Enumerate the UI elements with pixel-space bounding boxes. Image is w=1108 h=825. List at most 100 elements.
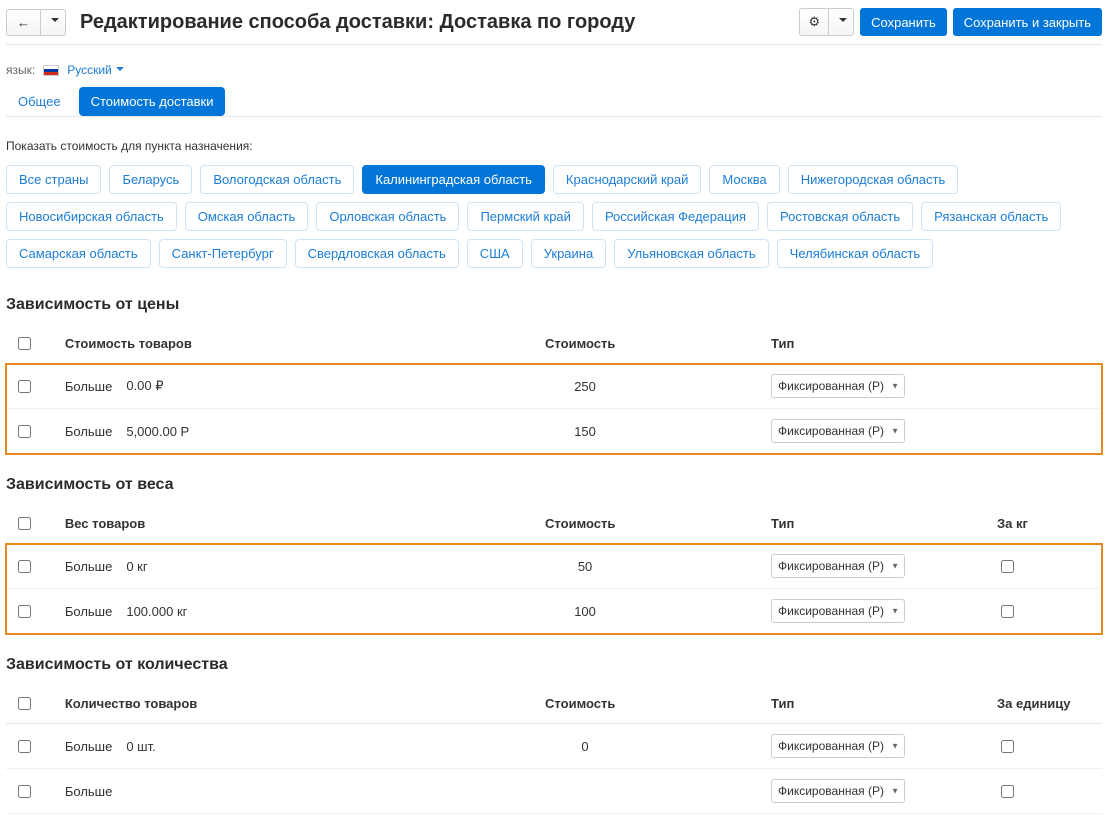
type-select[interactable]: Фиксированная (Р): [771, 734, 905, 758]
back-dropdown[interactable]: [41, 9, 66, 36]
page-header: ← Редактирование способа доставки: Доста…: [6, 0, 1102, 45]
row-checkbox[interactable]: [18, 785, 31, 798]
rate-input[interactable]: [545, 603, 625, 620]
destination-pill[interactable]: Свердловская область: [295, 239, 459, 268]
col-per-unit: За единицу: [989, 684, 1102, 724]
threshold-value: 0 шт.: [126, 739, 155, 754]
destination-pill[interactable]: Нижегородская область: [788, 165, 959, 194]
col-type: Тип: [763, 504, 989, 544]
weight-table: Вес товаров Стоимость Тип За кг Больше 0 …: [6, 504, 1102, 634]
col-type: Тип: [763, 684, 989, 724]
per-unit-checkbox[interactable]: [1001, 560, 1014, 573]
weight-section-title: Зависимость от веса: [6, 476, 1102, 494]
row-checkbox[interactable]: [18, 605, 31, 618]
col-per-kg: За кг: [989, 504, 1102, 544]
type-select[interactable]: Фиксированная (Р): [771, 374, 905, 398]
more-than-label: Больше: [65, 604, 113, 619]
destination-pill[interactable]: Новосибирская область: [6, 202, 177, 231]
type-select[interactable]: Фиксированная (Р): [771, 419, 905, 443]
destination-pill[interactable]: Пермский край: [467, 202, 583, 231]
settings-button[interactable]: ⚙: [799, 8, 829, 36]
col-value: Стоимость: [537, 324, 763, 364]
type-select[interactable]: Фиксированная (Р): [771, 779, 905, 803]
language-selector: язык: Русский: [6, 45, 1102, 87]
row-checkbox[interactable]: [18, 425, 31, 438]
col-value: Стоимость: [537, 504, 763, 544]
qty-table: Количество товаров Стоимость Тип За един…: [6, 684, 1102, 814]
settings-button-group: ⚙: [799, 8, 854, 36]
destination-pill[interactable]: Ульяновская область: [614, 239, 768, 268]
table-row: Больше 5,000.00 Р Фиксированная (Р): [6, 409, 1102, 454]
table-row: Больше 100.000 кг Фиксированная (Р): [6, 589, 1102, 634]
save-close-button[interactable]: Сохранить и закрыть: [953, 8, 1102, 36]
destination-pill[interactable]: Рязанская область: [921, 202, 1061, 231]
table-row: Больше 0.00 ₽ Фиксированная (Р): [6, 364, 1102, 409]
more-than-label: Больше: [65, 379, 113, 394]
back-button-group: ←: [6, 9, 66, 36]
destination-pill[interactable]: США: [467, 239, 523, 268]
table-row: Больше 0 шт. Фиксированная (Р): [6, 724, 1102, 769]
threshold-value: 0 кг: [126, 559, 147, 574]
destination-pill[interactable]: Санкт-Петербург: [159, 239, 287, 268]
settings-dropdown[interactable]: [829, 8, 854, 36]
col-type: Тип: [763, 324, 989, 364]
rate-input[interactable]: [545, 423, 625, 440]
type-select[interactable]: Фиксированная (Р): [771, 599, 905, 623]
destination-pill[interactable]: Краснодарский край: [553, 165, 701, 194]
destination-pill[interactable]: Калининградская область: [362, 165, 545, 194]
destination-pill[interactable]: Самарская область: [6, 239, 151, 268]
rate-input[interactable]: [545, 558, 625, 575]
destination-pill[interactable]: Все страны: [6, 165, 101, 194]
rate-input[interactable]: [545, 783, 625, 800]
weight-select-all[interactable]: [18, 517, 31, 530]
tab-shipping-cost[interactable]: Стоимость доставки: [79, 87, 226, 116]
rate-input[interactable]: [545, 378, 625, 395]
more-than-label: Больше: [65, 784, 113, 799]
destination-pill[interactable]: Беларусь: [109, 165, 192, 194]
gear-icon: ⚙: [808, 14, 820, 30]
price-table: Стоимость товаров Стоимость Тип Больше 0.…: [6, 324, 1102, 454]
threshold-value: 100.000 кг: [126, 604, 187, 619]
per-unit-checkbox[interactable]: [1001, 740, 1014, 753]
destination-pill[interactable]: Вологодская область: [200, 165, 354, 194]
row-checkbox[interactable]: [18, 560, 31, 573]
destination-pills: Все страны Беларусь Вологодская область Кал…: [6, 165, 1102, 268]
destination-pill[interactable]: Украина: [531, 239, 607, 268]
destination-pill[interactable]: Российская Федерация: [592, 202, 759, 231]
flag-icon: [43, 65, 59, 76]
more-than-label: Больше: [65, 424, 113, 439]
destination-pill[interactable]: Ростовская область: [767, 202, 913, 231]
col-goods-weight: Вес товаров: [57, 504, 537, 544]
price-select-all[interactable]: [18, 337, 31, 350]
language-value[interactable]: Русский: [67, 63, 124, 77]
threshold-value: 5,000.00 Р: [126, 424, 189, 439]
destination-pill[interactable]: Омская область: [185, 202, 309, 231]
arrow-left-icon: ←: [17, 15, 30, 30]
destination-pill[interactable]: Орловская область: [316, 202, 459, 231]
page-title: Редактирование способа доставки: Доставк…: [80, 11, 791, 34]
table-row: Больше 0 кг Фиксированная (Р): [6, 544, 1102, 589]
save-button[interactable]: Сохранить: [860, 8, 947, 36]
rate-input[interactable]: [545, 738, 625, 755]
row-checkbox[interactable]: [18, 740, 31, 753]
destination-pill[interactable]: Москва: [709, 165, 779, 194]
more-than-label: Больше: [65, 559, 113, 574]
qty-section-title: Зависимость от количества: [6, 656, 1102, 674]
tab-general[interactable]: Общее: [6, 87, 73, 116]
threshold-value: 0.00 ₽: [126, 378, 163, 394]
col-value: Стоимость: [537, 684, 763, 724]
qty-select-all[interactable]: [18, 697, 31, 710]
more-than-label: Больше: [65, 739, 113, 754]
col-goods-qty: Количество товаров: [57, 684, 537, 724]
price-section-title: Зависимость от цены: [6, 296, 1102, 314]
table-row: Больше Фиксированная (Р): [6, 769, 1102, 814]
per-unit-checkbox[interactable]: [1001, 785, 1014, 798]
language-label: язык:: [6, 63, 35, 77]
row-checkbox[interactable]: [18, 380, 31, 393]
destination-pill[interactable]: Челябинская область: [777, 239, 933, 268]
per-unit-checkbox[interactable]: [1001, 605, 1014, 618]
type-select[interactable]: Фиксированная (Р): [771, 554, 905, 578]
col-goods-cost: Стоимость товаров: [57, 324, 537, 364]
back-button[interactable]: ←: [6, 9, 41, 36]
destinations-label: Показать стоимость для пункта назначения…: [6, 139, 1102, 153]
